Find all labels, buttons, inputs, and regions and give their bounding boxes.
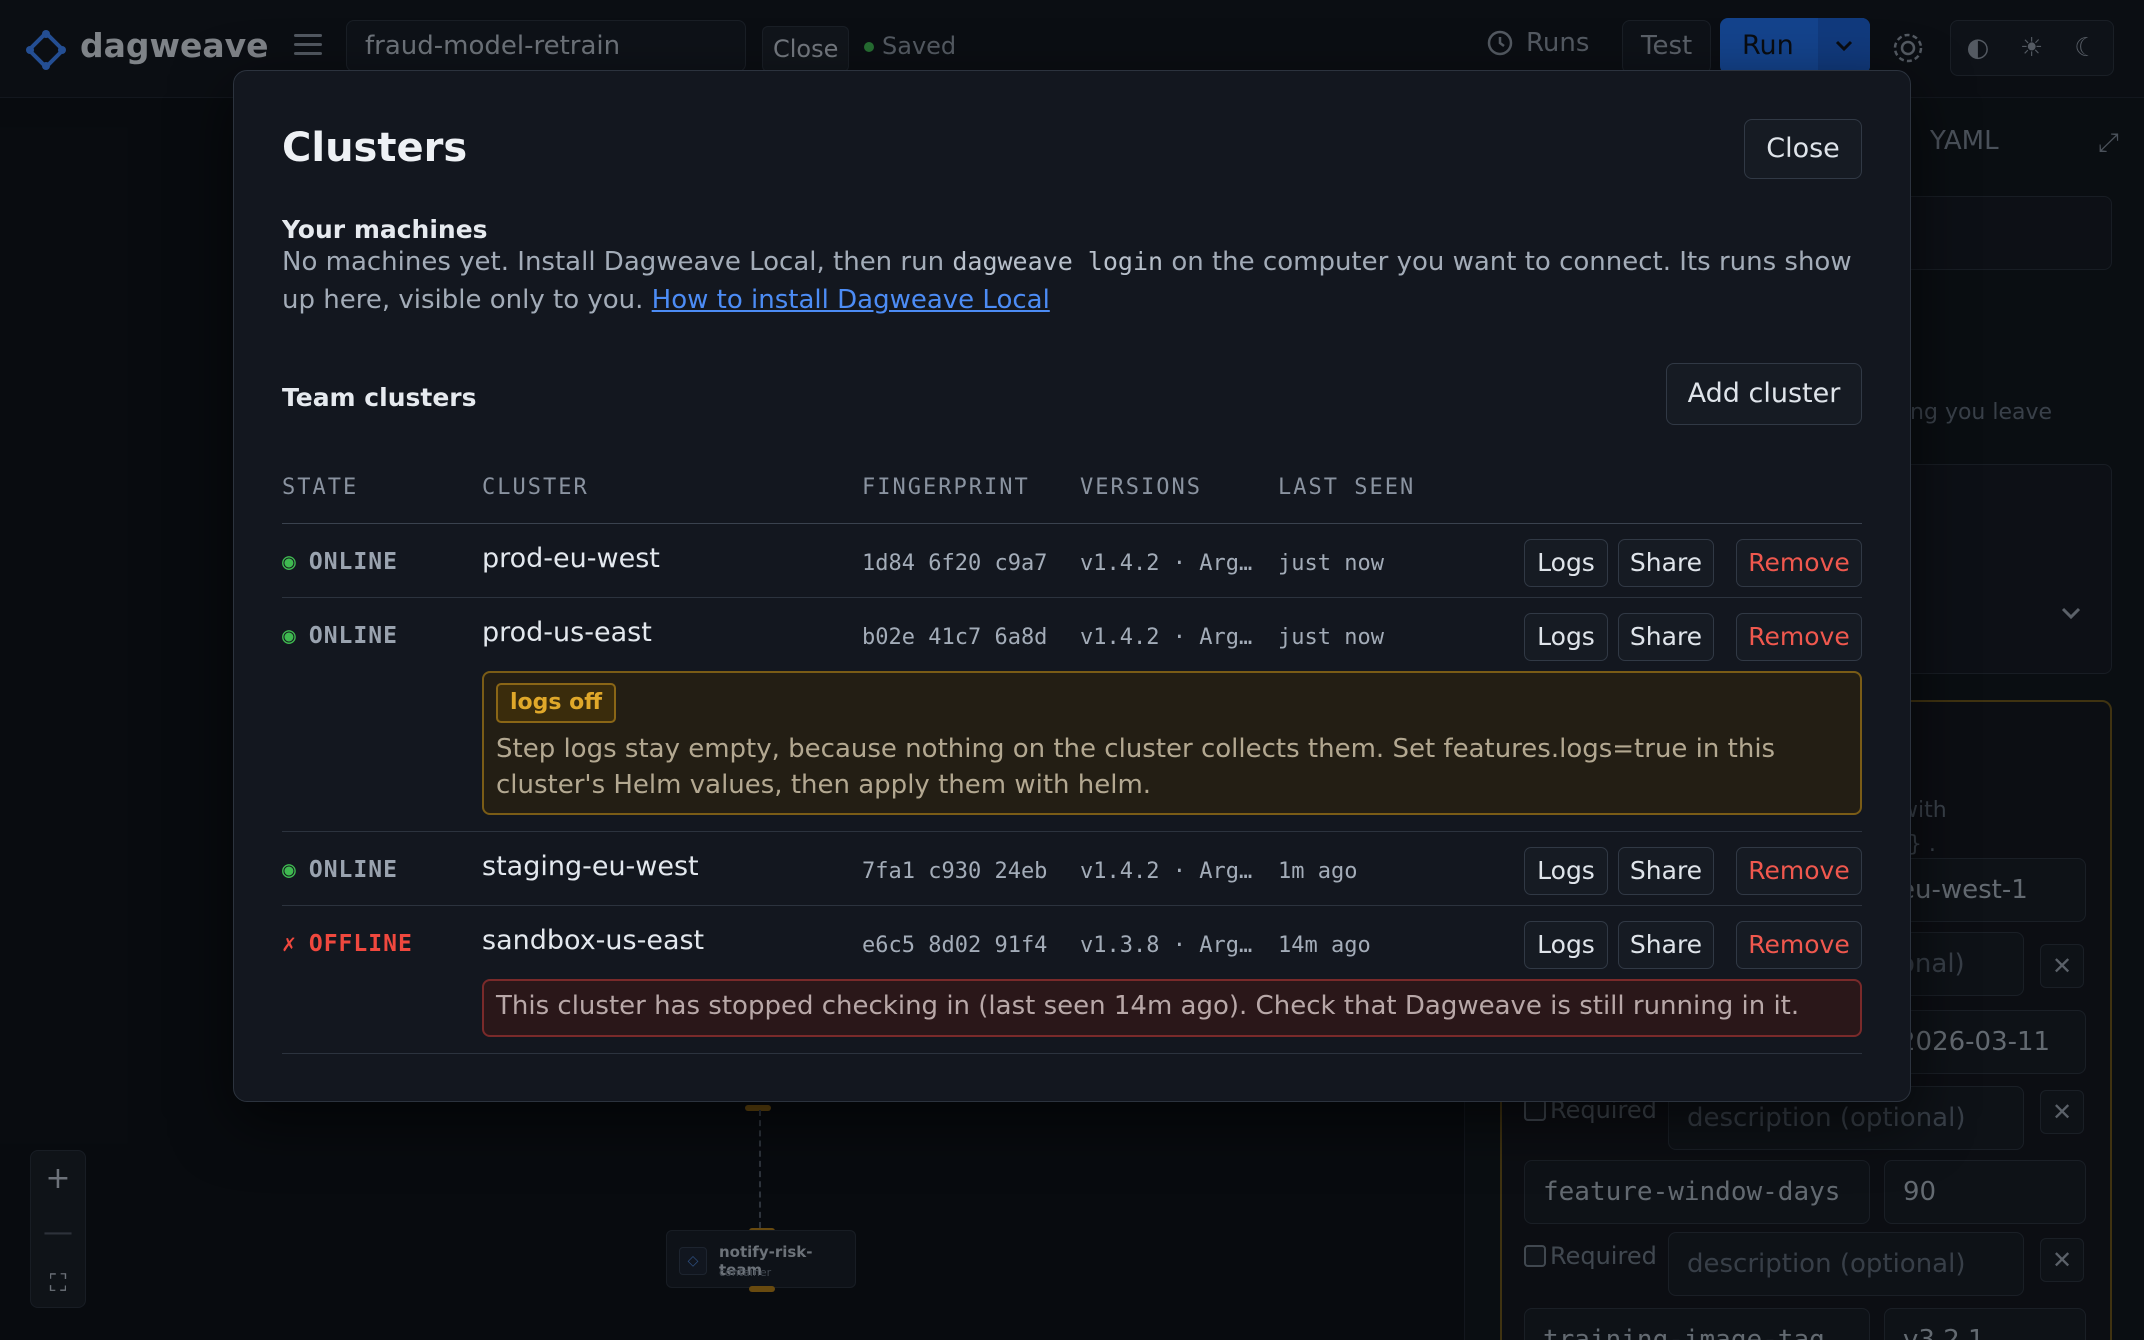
team-clusters-heading: Team clusters	[282, 383, 477, 412]
cluster-name: prod-eu-west	[482, 543, 660, 574]
column-header-cluster[interactable]: CLUSTER	[482, 475, 589, 500]
status-label: ONLINE	[308, 857, 398, 883]
cluster-fingerprint: 7fa1 c930 24eb	[862, 859, 1048, 884]
machines-heading: Your machines	[282, 215, 488, 244]
column-header-state[interactable]: STATE	[282, 475, 358, 500]
row-divider	[282, 905, 1862, 906]
online-icon: ◉	[282, 623, 297, 649]
logs-off-badge: logs off	[496, 683, 617, 723]
modal-close-button[interactable]: Close	[1744, 119, 1862, 179]
offline-notice: This cluster has stopped checking in (la…	[482, 979, 1862, 1037]
login-command: dagweave login	[952, 247, 1164, 276]
share-button[interactable]: Share	[1618, 847, 1714, 895]
status-label: ONLINE	[308, 623, 398, 649]
cluster-fingerprint: 1d84 6f20 c9a7	[862, 551, 1048, 576]
cluster-versions: v1.4.2 · Arg…	[1080, 625, 1253, 650]
logs-off-text: Step logs stay empty, because nothing on…	[496, 734, 1776, 800]
remove-button[interactable]: Remove	[1736, 539, 1862, 587]
online-icon: ◉	[282, 549, 297, 575]
cluster-name: prod-us-east	[482, 617, 652, 648]
status-badge: ◉ ONLINE	[282, 857, 398, 883]
add-cluster-button[interactable]: Add cluster	[1666, 363, 1862, 425]
cluster-name: staging-eu-west	[482, 851, 699, 882]
remove-button[interactable]: Remove	[1736, 921, 1862, 969]
offline-notice-text: This cluster has stopped checking in (la…	[496, 991, 1800, 1021]
modal-title: Clusters	[282, 125, 468, 171]
logs-button[interactable]: Logs	[1524, 613, 1608, 661]
row-divider	[282, 1053, 1862, 1054]
status-badge: ✗ OFFLINE	[282, 931, 413, 957]
logs-button[interactable]: Logs	[1524, 921, 1608, 969]
cluster-name: sandbox-us-east	[482, 925, 705, 956]
share-button[interactable]: Share	[1618, 613, 1714, 661]
row-divider	[282, 831, 1862, 832]
cluster-last-seen: 14m ago	[1278, 933, 1371, 958]
column-header-versions[interactable]: VERSIONS	[1080, 475, 1202, 500]
remove-button[interactable]: Remove	[1736, 613, 1862, 661]
machines-description: No machines yet. Install Dagweave Local,…	[282, 243, 1872, 319]
cluster-versions: v1.3.8 · Arg…	[1080, 933, 1253, 958]
status-badge: ◉ ONLINE	[282, 623, 398, 649]
offline-icon: ✗	[282, 931, 297, 957]
logs-off-warning: logs off Step logs stay empty, because n…	[482, 671, 1862, 815]
logs-button[interactable]: Logs	[1524, 847, 1608, 895]
online-icon: ◉	[282, 857, 297, 883]
row-divider	[282, 597, 1862, 598]
cluster-last-seen: just now	[1278, 625, 1384, 650]
cluster-versions: v1.4.2 · Arg…	[1080, 551, 1253, 576]
status-label: ONLINE	[308, 549, 398, 575]
clusters-modal: Clusters Close Your machines No machines…	[233, 70, 1911, 1102]
install-local-link[interactable]: How to install Dagweave Local	[652, 285, 1050, 315]
logs-button[interactable]: Logs	[1524, 539, 1608, 587]
machines-text: No machines yet. Install Dagweave Local,…	[282, 247, 953, 277]
status-label: OFFLINE	[308, 931, 413, 957]
cluster-fingerprint: b02e 41c7 6a8d	[862, 625, 1048, 650]
column-header-fingerprint[interactable]: FINGERPRINT	[862, 475, 1030, 500]
share-button[interactable]: Share	[1618, 539, 1714, 587]
remove-button[interactable]: Remove	[1736, 847, 1862, 895]
table-header-divider	[282, 523, 1862, 524]
share-button[interactable]: Share	[1618, 921, 1714, 969]
cluster-last-seen: 1m ago	[1278, 859, 1358, 884]
cluster-versions: v1.4.2 · Arg…	[1080, 859, 1253, 884]
status-badge: ◉ ONLINE	[282, 549, 398, 575]
cluster-fingerprint: e6c5 8d02 91f4	[862, 933, 1048, 958]
cluster-last-seen: just now	[1278, 551, 1384, 576]
column-header-last-seen[interactable]: LAST SEEN	[1278, 475, 1415, 500]
